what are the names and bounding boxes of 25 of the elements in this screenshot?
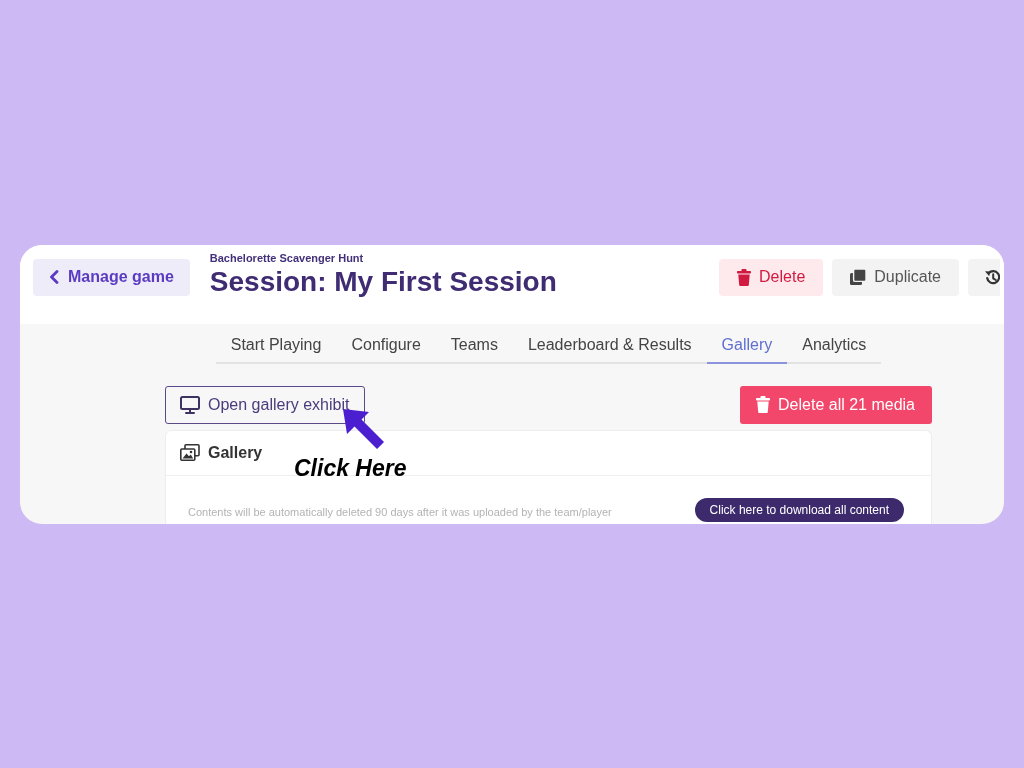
trash-icon [756, 396, 771, 413]
nav-tab[interactable]: Gallery [706, 330, 788, 364]
nav-tab[interactable]: Start Playing [215, 330, 337, 364]
click-here-label: Click Here [294, 453, 407, 482]
nav-tab[interactable]: Leaderboard & Results [512, 330, 707, 364]
history-icon [984, 269, 1000, 285]
duplicate-button[interactable]: Duplicate [832, 258, 959, 296]
chevron-left-icon [49, 270, 59, 284]
nav-tab[interactable]: Teams [435, 330, 513, 364]
card-title: Gallery [208, 442, 263, 463]
copy-icon [850, 269, 867, 285]
delete-button[interactable]: Delete [719, 258, 824, 296]
nav-tab[interactable]: Configure [336, 330, 436, 364]
monitor-icon [180, 395, 200, 414]
open-exhibit-button[interactable]: Open gallery exhibit [165, 385, 366, 424]
trash-icon [737, 268, 752, 286]
game-name-text: Bachelorette Scavenger Hunt [209, 250, 365, 265]
history-button[interactable] [968, 258, 1000, 296]
nav-tab[interactable]: Analytics [787, 330, 882, 364]
delete-all-button[interactable]: Delete all 21 media [740, 385, 932, 424]
manage-game-button[interactable]: Manage game [33, 258, 190, 296]
download-button[interactable]: Click here to download all content [694, 497, 904, 522]
notice-text: Contents will be automatically deleted 90 days after it was uploaded by the team/player [188, 505, 612, 520]
images-icon [180, 444, 200, 461]
session-title: Session: My First Session [209, 264, 557, 299]
